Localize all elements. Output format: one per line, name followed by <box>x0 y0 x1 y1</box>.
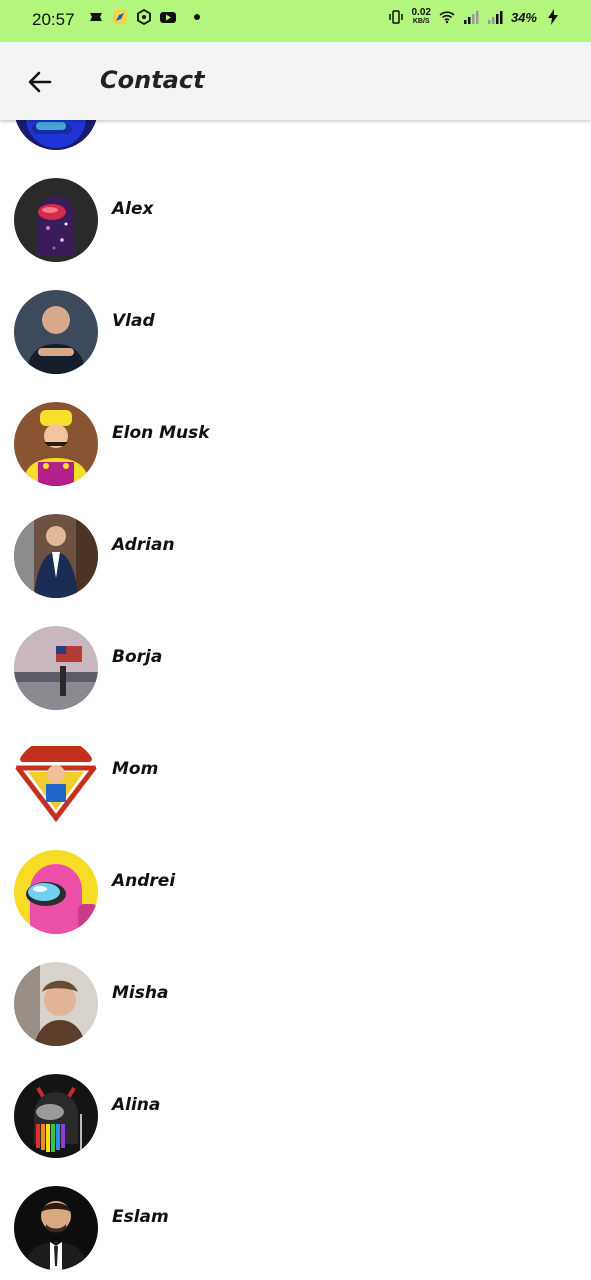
contact-name: Borja <box>112 647 163 667</box>
contact-row[interactable]: Alina <box>0 1073 591 1173</box>
network-speed: 0.02 KB/S <box>412 8 431 26</box>
contact-name: Alina <box>112 1095 161 1115</box>
status-time: 20:57 <box>32 10 75 29</box>
contact-row[interactable]: Alex <box>0 177 591 277</box>
speed-unit: KB/S <box>412 18 430 25</box>
contact-name: Mom <box>112 759 159 779</box>
contact-avatar <box>14 290 98 374</box>
contact-name: Alex <box>112 199 154 219</box>
page-title: Contact <box>100 66 205 94</box>
wifi-icon <box>439 11 455 24</box>
contact-row[interactable]: Misha <box>0 961 591 1061</box>
contact-row[interactable]: Eslam <box>0 1185 591 1280</box>
contact-list[interactable]: Alex Vlad Elon Musk Adrian Borja Mom And… <box>0 120 591 1280</box>
notification-icon <box>90 13 102 21</box>
contact-name: Andrei <box>112 871 176 891</box>
contact-name: Eslam <box>112 1207 169 1227</box>
contact-name: Vlad <box>112 311 155 331</box>
app-bar: Contact <box>0 42 591 120</box>
contact-row[interactable]: Mom <box>0 737 591 837</box>
contact-name: Adrian <box>112 535 175 555</box>
speed-value: 0.02 <box>411 7 431 18</box>
compass-icon <box>113 10 127 24</box>
contact-avatar <box>14 1186 98 1270</box>
contact-row[interactable]: Andrei <box>0 849 591 949</box>
contact-row[interactable]: Adrian <box>0 513 591 613</box>
contact-row[interactable]: Borja <box>0 625 591 725</box>
contact-name: Misha <box>112 983 169 1003</box>
contact-avatar <box>14 626 98 710</box>
charging-icon <box>548 9 558 25</box>
status-right: 0.02 KB/S 34% <box>388 8 562 26</box>
contact-avatar <box>14 514 98 598</box>
notification-icons <box>88 9 200 25</box>
battery-level: 34% <box>510 9 537 25</box>
vibrate-icon <box>388 10 403 24</box>
signal-icon-2 <box>487 11 503 24</box>
youtube-icon <box>160 12 176 23</box>
contact-avatar <box>14 962 98 1046</box>
dot-icon <box>194 14 200 20</box>
contact-avatar <box>14 738 98 822</box>
contact-avatar <box>14 850 98 934</box>
contact-row[interactable]: Vlad <box>0 289 591 389</box>
contact-name: Elon Musk <box>112 423 210 443</box>
contact-avatar <box>14 402 98 486</box>
contact-avatar <box>14 178 98 262</box>
contact-avatar <box>14 1074 98 1158</box>
back-arrow-icon[interactable] <box>22 64 58 100</box>
hexagon-icon <box>137 9 151 25</box>
signal-icon <box>463 11 479 24</box>
contact-avatar-partial <box>14 120 98 150</box>
status-bar: 20:57 0.02 KB/S 34% <box>0 0 591 42</box>
contact-row[interactable]: Elon Musk <box>0 401 591 501</box>
